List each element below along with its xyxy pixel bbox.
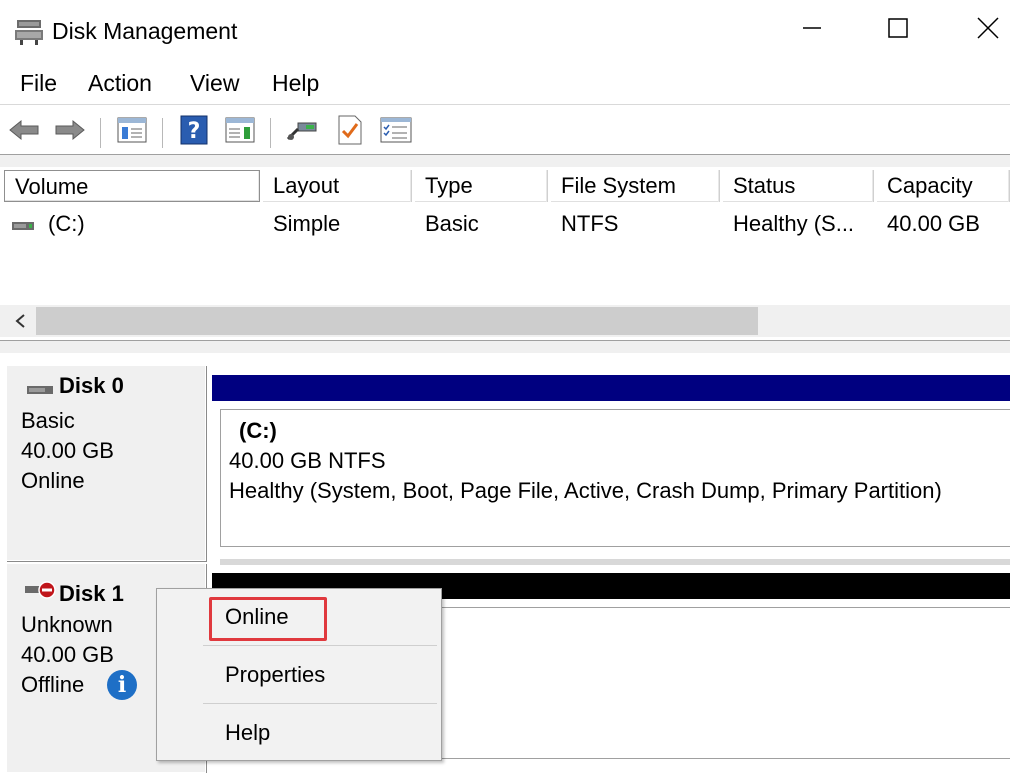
- menu-separator: [203, 645, 437, 646]
- disk-1-type: Unknown: [21, 612, 113, 637]
- partition-header-bar: [212, 375, 1010, 401]
- partition-divider: [220, 559, 1010, 565]
- svg-text:?: ?: [188, 119, 201, 144]
- partition-size-fs: 40.00 GB NTFS: [229, 448, 386, 473]
- volume-layout: Simple: [273, 211, 341, 236]
- menu-item-help[interactable]: Help: [225, 719, 270, 747]
- volume-status: Healthy (S...: [733, 211, 855, 236]
- menu-help[interactable]: Help: [270, 69, 321, 97]
- disk-1-status: Offline: [21, 672, 85, 697]
- window-title: Disk Management: [52, 18, 238, 44]
- menu-separator: [203, 703, 437, 704]
- pane-splitter[interactable]: [0, 340, 1010, 354]
- disk-0-size: 40.00 GB: [21, 438, 114, 463]
- title-bar: Disk Management: [0, 0, 1010, 60]
- menu-file[interactable]: File: [18, 69, 59, 97]
- menu-view[interactable]: View: [188, 69, 241, 97]
- disk-management-icon: [14, 18, 44, 46]
- toolbar-separator: [100, 118, 101, 148]
- column-header-status[interactable]: Status: [722, 170, 874, 202]
- connect-icon[interactable]: [286, 114, 318, 146]
- help-icon[interactable]: ?: [178, 114, 210, 146]
- back-arrow-icon[interactable]: [8, 114, 40, 146]
- scrollbar-thumb[interactable]: [36, 307, 758, 335]
- menu-item-properties[interactable]: Properties: [225, 661, 325, 689]
- disk-0-partition-area: (C:) 40.00 GB NTFS Healthy (System, Boot…: [212, 375, 1010, 565]
- toolbar-divider: [0, 104, 1010, 105]
- partition-status: Healthy (System, Boot, Page File, Active…: [229, 478, 942, 503]
- properties-icon[interactable]: [380, 114, 412, 146]
- minimize-icon[interactable]: [784, 0, 840, 56]
- partition-title: (C:): [239, 418, 277, 443]
- column-header-layout[interactable]: Layout: [262, 170, 412, 202]
- horizontal-scrollbar[interactable]: [0, 305, 1010, 337]
- disk-1-size: 40.00 GB: [21, 642, 114, 667]
- check-icon[interactable]: [334, 114, 366, 146]
- disk-0-type: Basic: [21, 408, 75, 433]
- menu-action[interactable]: Action: [86, 69, 154, 97]
- action-pane-icon[interactable]: [224, 114, 256, 146]
- volume-name: (C:): [48, 211, 85, 236]
- disk-0-status: Online: [21, 468, 85, 493]
- column-header-file-system[interactable]: File System: [550, 170, 720, 202]
- volume-drive-icon: [12, 218, 34, 230]
- disk-0-name: Disk 0: [59, 373, 124, 398]
- disk-1-name: Disk 1: [59, 581, 124, 606]
- info-icon[interactable]: i: [107, 670, 137, 700]
- disk-0-label[interactable]: Disk 0 Basic 40.00 GB Online: [6, 365, 206, 561]
- forward-arrow-icon[interactable]: [54, 114, 86, 146]
- context-menu: Online Properties Help: [156, 588, 442, 761]
- column-header-volume[interactable]: Volume: [4, 170, 260, 202]
- disk-drive-icon: [27, 382, 53, 394]
- volume-type: Basic: [425, 211, 479, 236]
- menu-bar: File Action View Help: [0, 64, 1010, 100]
- menu-item-online[interactable]: Online: [225, 603, 289, 631]
- close-icon[interactable]: [960, 0, 1010, 56]
- console-tree-icon[interactable]: [116, 114, 148, 146]
- column-header-type[interactable]: Type: [414, 170, 548, 202]
- volume-capacity: 40.00 GB: [887, 211, 980, 236]
- disk-map: Disk 0 Basic 40.00 GB Online (C:) 40.00 …: [0, 353, 1010, 773]
- list-pane-border: [0, 154, 1010, 167]
- volume-file-system: NTFS: [561, 211, 619, 236]
- toolbar: ?: [0, 106, 1010, 152]
- toolbar-separator: [162, 118, 163, 148]
- partition-c[interactable]: (C:) 40.00 GB NTFS Healthy (System, Boot…: [220, 409, 1010, 547]
- volume-list-header: Volume Layout Type File System Status Ca…: [0, 168, 1010, 204]
- maximize-icon[interactable]: [870, 0, 926, 56]
- disk-offline-icon: [25, 580, 59, 600]
- scroll-left-icon[interactable]: [10, 309, 30, 333]
- toolbar-separator: [270, 118, 271, 148]
- column-header-capacity[interactable]: Capacity: [876, 170, 1010, 202]
